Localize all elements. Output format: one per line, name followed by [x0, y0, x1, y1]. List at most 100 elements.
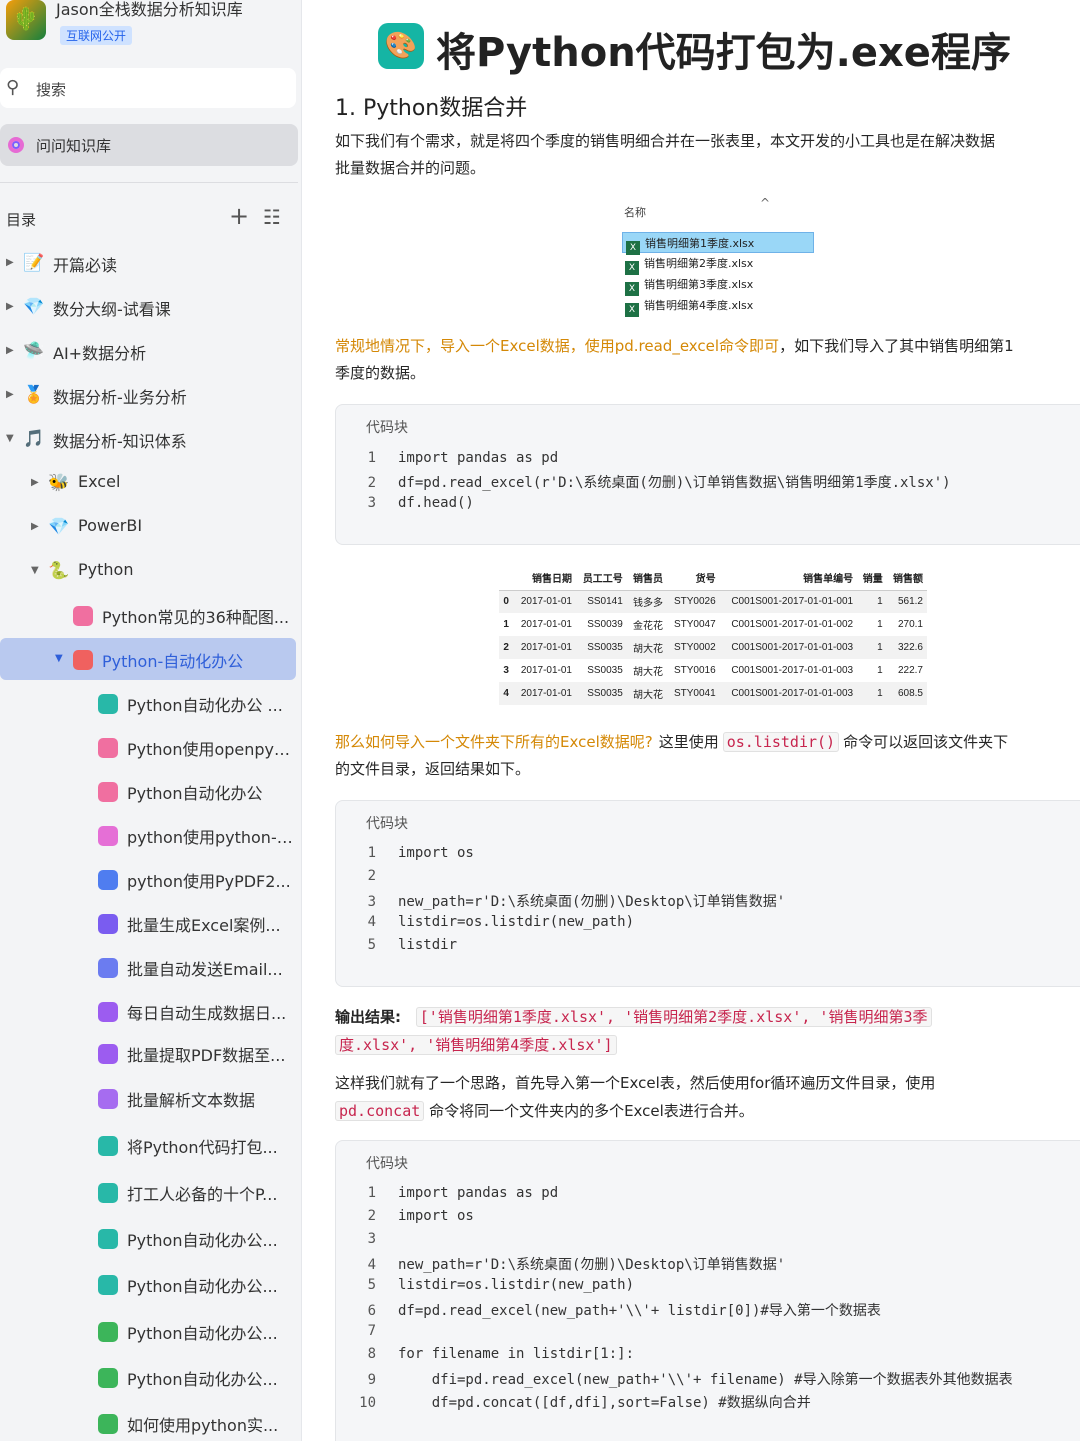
sidebar-doc-item[interactable]: python使用PyPDF2... — [0, 858, 296, 900]
section-heading: 1. Python数据合并 — [335, 96, 528, 121]
sidebar-item-python-automation[interactable]: ▼ Python-自动化办公 — [0, 638, 296, 680]
sidebar-item-label: 每日自动生成数据日... — [127, 1004, 287, 1023]
doc-icon — [98, 1044, 118, 1064]
knowledge-base-header[interactable]: 🌵 Jason全栈数据分析知识库 互联网公开 — [6, 0, 296, 48]
table-cell: 金花花 — [633, 621, 664, 632]
expand-arrow-icon[interactable]: ▶ — [6, 301, 14, 312]
table-row: 4 2017-01-01 SS0035 胡大花 STY0041 C001S001-2017… — [499, 682, 927, 705]
search-button[interactable]: ⚲ 搜索 — [0, 68, 296, 108]
sidebar-divider — [0, 182, 298, 183]
list-icon[interactable]: ☷ — [263, 205, 281, 229]
sidebar-item-powerbi[interactable]: ▶ 💎 PowerBI — [0, 506, 296, 548]
collapse-arrow-icon[interactable]: ▼ — [55, 653, 63, 664]
code-line: 7 — [336, 1323, 398, 1345]
sidebar-doc-item[interactable]: 打工人必备的十个P... — [0, 1171, 296, 1213]
doc-icon — [98, 826, 118, 846]
file-name: 销售明细第2季度.xlsx — [644, 257, 754, 270]
paragraph-line: 度.xlsx', '销售明细第4季度.xlsx'] — [335, 1031, 1080, 1059]
table-cell: 322.6 — [886, 636, 927, 659]
sidebar-doc-item[interactable]: 每日自动生成数据日... — [0, 990, 296, 1032]
sidebar-item-label: 将Python代码打包... — [127, 1138, 278, 1157]
table-cell: STY0016 — [673, 665, 716, 676]
line-number: 5 — [367, 937, 376, 953]
code-text: new_path=r'D:\系统桌面(勿删)\Desktop\订单销售数据' — [398, 894, 786, 910]
code-text: listdir=os.listdir(new_path) — [398, 1277, 635, 1293]
sidebar-doc-item[interactable]: Python自动化办公... — [0, 1217, 296, 1259]
code-block-label: 代码块 — [366, 816, 408, 832]
sidebar-item-excel[interactable]: ▶ 🐝 Excel — [0, 462, 296, 504]
excel-file-icon: X — [625, 282, 639, 296]
code-line: 5 listdir — [336, 937, 457, 959]
table-cell: C001S001-2017-01-01-002 — [731, 619, 854, 630]
collapse-arrow-icon[interactable]: ▼ — [31, 565, 39, 576]
file-item[interactable]: X 销售明细第3季度.xlsx — [622, 274, 814, 296]
column-header: 销售员 — [626, 566, 668, 591]
sidebar-doc-item[interactable]: Python自动化办公... — [0, 1356, 296, 1398]
sidebar-doc-item[interactable]: Python使用openpyxl... — [0, 726, 296, 768]
table-cell: STY0047 — [673, 619, 716, 630]
doc-icon — [98, 1136, 118, 1156]
sidebar-item-knowledge[interactable]: ▼ 🎵 数据分析-知识体系 — [0, 418, 296, 460]
table-cell: 2017-01-01 — [520, 619, 572, 630]
code-text: new_path=r'D:\系统桌面(勿删)\Desktop\订单销售数据' — [398, 1257, 786, 1273]
bee-icon: 🐝 — [48, 473, 70, 493]
doc-icon — [98, 1229, 118, 1249]
file-item[interactable]: X 销售明细第2季度.xlsx — [622, 253, 814, 275]
doc-icon — [98, 1183, 118, 1203]
inline-code: pd.concat — [335, 1101, 425, 1121]
code-block[interactable]: 代码块 1 import pandas as pd 2 df=pd.read_exc… — [335, 404, 1080, 545]
sidebar-doc-item[interactable]: 批量解析文本数据 — [0, 1077, 296, 1119]
sidebar-doc-item[interactable]: 将Python代码打包... — [0, 1124, 296, 1166]
sort-caret-icon[interactable]: ^ — [760, 196, 770, 210]
column-header: 销售日期 — [513, 566, 576, 591]
file-item[interactable]: X 销售明细第4季度.xlsx — [622, 295, 814, 317]
doc-icon — [98, 1414, 118, 1434]
sidebar-doc-item[interactable]: 批量提取PDF数据至... — [0, 1032, 296, 1074]
sidebar-doc-item[interactable]: python使用python-d... — [0, 814, 296, 856]
table-cell: 270.1 — [897, 619, 923, 630]
sidebar-doc-item[interactable]: Python自动化办公... — [0, 1263, 296, 1305]
code-block[interactable]: 代码块 1 import pandas as pd 2 import os 3 4 n… — [335, 1140, 1080, 1441]
table-cell: STY0026 — [667, 590, 720, 613]
column-header — [499, 566, 514, 591]
table-cell: 2017-01-01 — [513, 682, 576, 705]
sidebar-item-label: Python常见的36种配图... — [102, 608, 290, 627]
add-icon[interactable]: + — [229, 202, 249, 230]
sidebar-doc-item[interactable]: 批量生成Excel案例... — [0, 902, 296, 944]
sidebar-item-outline[interactable]: ▶ 💎 数分大纲-试看课 — [0, 286, 296, 328]
expand-arrow-icon[interactable]: ▶ — [31, 521, 39, 532]
doc-icon — [73, 650, 93, 670]
code-block[interactable]: 代码块 1 import os 2 3 new_path=r'D:\系统桌面(勿删)… — [335, 800, 1080, 987]
sidebar-item-python-charts[interactable]: Python常见的36种配图... — [0, 594, 296, 636]
collapse-arrow-icon[interactable]: ▼ — [6, 433, 14, 444]
line-number: 3 — [367, 495, 376, 511]
document-area: 🎨 将Python代码打包为.exe程序 1. Python数据合并 如下我们有… — [302, 0, 1080, 1441]
sidebar-item-label: 如何使用python实... — [127, 1416, 279, 1435]
line-number: 3 — [367, 1231, 376, 1247]
table-cell: 608.5 — [886, 682, 927, 705]
expand-arrow-icon[interactable]: ▶ — [6, 345, 14, 356]
music-icon: 🎵 — [23, 429, 45, 449]
file-list-header[interactable]: 名称 — [624, 204, 646, 220]
sidebar-item-label: 批量生成Excel案例... — [127, 916, 281, 935]
expand-arrow-icon[interactable]: ▶ — [31, 477, 39, 488]
table-cell: 1 — [877, 619, 883, 630]
sidebar-item-intro[interactable]: ▶ 📝 开篇必读 — [0, 242, 296, 284]
sidebar-doc-item[interactable]: Python自动化办公 ... — [0, 682, 296, 724]
paragraph-line: 季度的数据。 — [335, 364, 426, 382]
sidebar-item-ai[interactable]: ▶ 🛸 AI+数据分析 — [0, 330, 296, 372]
sidebar-doc-item[interactable]: Python自动化办公... — [0, 1310, 296, 1352]
sidebar-doc-item[interactable]: Python自动化办公 — [0, 770, 296, 812]
ask-knowledge-base-button[interactable]: 问问知识库 — [0, 124, 298, 166]
sidebar-item-label: 打工人必备的十个P... — [127, 1185, 278, 1204]
sidebar-doc-item[interactable]: 如何使用python实... — [0, 1402, 296, 1441]
sidebar-doc-item[interactable]: 批量自动发送Email... — [0, 946, 296, 988]
expand-arrow-icon[interactable]: ▶ — [6, 389, 14, 400]
toc-label: 目录 — [6, 211, 37, 229]
doc-icon — [98, 914, 118, 934]
doc-icon — [98, 738, 118, 758]
sidebar-item-business[interactable]: ▶ 🏅 数据分析-业务分析 — [0, 374, 296, 416]
file-item[interactable]: X 销售明细第1季度.xlsx — [622, 232, 814, 255]
sidebar-item-python[interactable]: ▼ 🐍 Python — [0, 550, 296, 592]
expand-arrow-icon[interactable]: ▶ — [6, 257, 14, 268]
